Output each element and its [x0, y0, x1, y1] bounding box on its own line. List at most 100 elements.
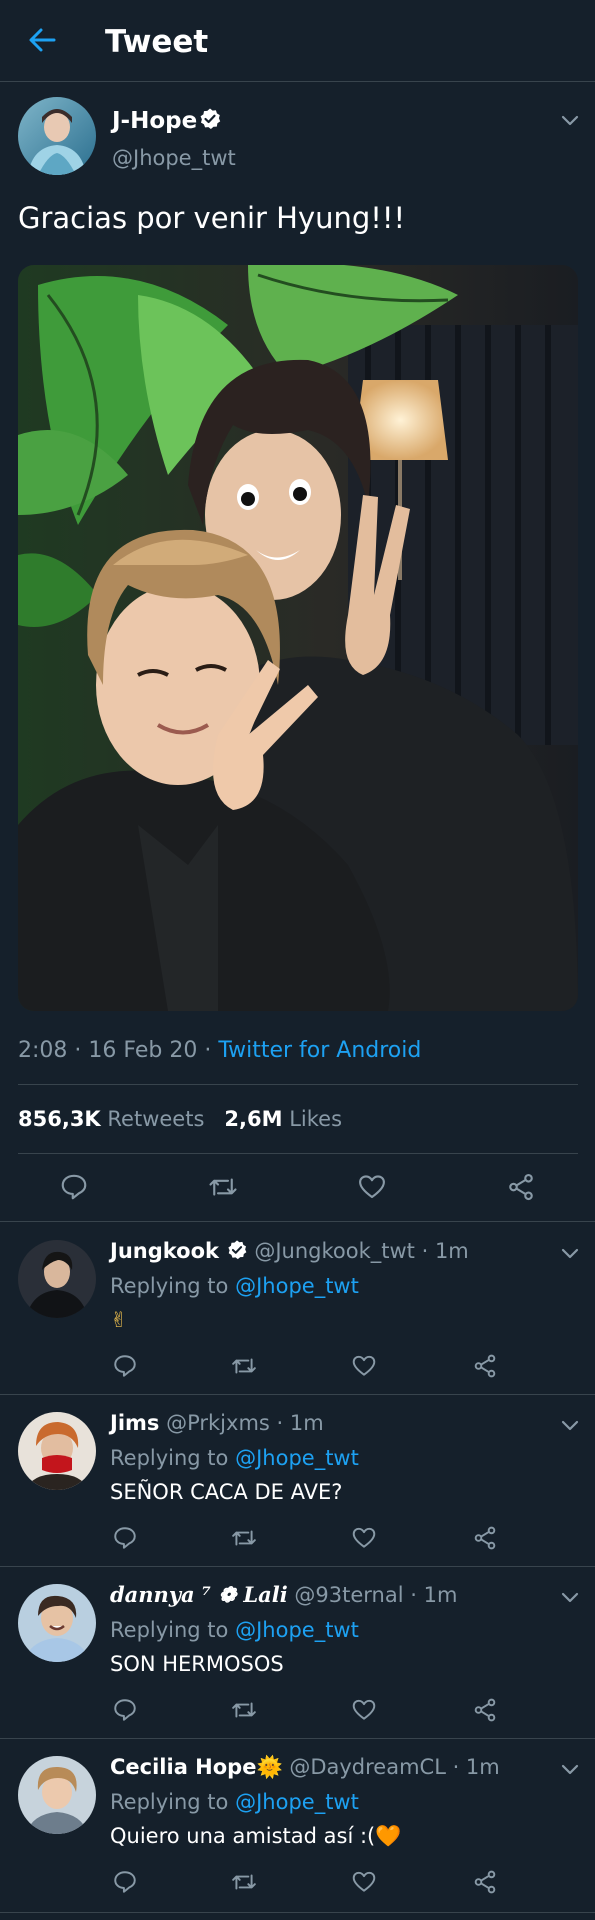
author-handle[interactable]: @Jhope_twt — [112, 144, 236, 172]
tweet-source-link[interactable]: Twitter for Android — [218, 1038, 421, 1063]
like-button[interactable] — [351, 1697, 377, 1723]
share-icon — [474, 1354, 496, 1378]
likes-stat[interactable]: 2,6M Likes — [224, 1107, 342, 1131]
more-options-button[interactable] — [560, 1762, 580, 1776]
heart-icon — [352, 1355, 376, 1376]
more-options-button[interactable] — [560, 113, 580, 127]
share-button[interactable] — [472, 1525, 498, 1551]
replying-to-label: Replying to — [110, 1790, 229, 1814]
replying-to-label: Replying to — [110, 1446, 229, 1470]
more-options-button[interactable] — [560, 1590, 580, 1604]
like-button[interactable] — [351, 1353, 377, 1379]
replying-to-link[interactable]: @Jhope_twt — [235, 1618, 359, 1642]
reply-author-handle[interactable]: @Jungkook_twt — [254, 1239, 415, 1263]
retweet-icon — [232, 1702, 256, 1718]
likes-count: 2,6M — [224, 1107, 283, 1131]
author-name[interactable]: J-Hope — [112, 106, 197, 136]
reply-button[interactable] — [112, 1697, 138, 1723]
tweet-date: 16 Feb 20 — [88, 1038, 198, 1063]
reply-divider — [0, 1566, 595, 1567]
retweet-icon — [232, 1874, 256, 1890]
retweet-button[interactable] — [208, 1172, 238, 1202]
reply-divider — [0, 1394, 595, 1395]
reply-author-handle[interactable]: @DaydreamCL — [289, 1755, 446, 1779]
heart-icon — [352, 1871, 376, 1892]
arrow-left-icon — [29, 28, 56, 52]
orange-heart-emoji-icon: 🧡 — [375, 1824, 402, 1848]
reply-time: 1m — [289, 1411, 324, 1435]
retweets-stat[interactable]: 856,3K Retweets — [18, 1107, 204, 1131]
reply-text-container: Quiero una amistad así :(🧡 — [110, 1822, 401, 1850]
replying-to: Replying to @Jhope_twt — [110, 1272, 359, 1300]
page-title: Tweet — [105, 24, 209, 60]
more-options-button[interactable] — [560, 1246, 580, 1260]
tweet-photo[interactable] — [18, 265, 578, 1011]
reply-text: Quiero una amistad así :( — [110, 1824, 376, 1848]
like-button[interactable] — [351, 1525, 377, 1551]
replying-to-link[interactable]: @Jhope_twt — [235, 1274, 359, 1298]
reply-author-handle[interactable]: @93ternal — [294, 1583, 403, 1607]
avatar[interactable] — [18, 1756, 96, 1834]
replying-to-label: Replying to — [110, 1274, 229, 1298]
avatar[interactable] — [18, 1584, 96, 1662]
reply-header: dannya ⁷ ❁ Lali @93ternal · 1m — [110, 1582, 458, 1607]
reply-button[interactable] — [59, 1172, 89, 1202]
avatar[interactable] — [18, 1412, 96, 1490]
meta-divider — [18, 1084, 578, 1085]
chevron-down-icon — [561, 1248, 579, 1259]
retweet-button[interactable] — [231, 1697, 257, 1723]
replying-to-link[interactable]: @Jhope_twt — [235, 1790, 359, 1814]
reply-author-name[interactable]: Jims — [110, 1411, 159, 1435]
reply-author-name[interactable]: Jungkook — [110, 1239, 219, 1263]
reply-icon — [114, 1699, 136, 1721]
retweet-icon — [232, 1358, 256, 1374]
reply-icon — [114, 1355, 136, 1377]
retweet-button[interactable] — [231, 1525, 257, 1551]
share-icon — [474, 1870, 496, 1894]
share-icon — [474, 1698, 496, 1722]
stats-divider — [18, 1153, 578, 1154]
replying-to: Replying to @Jhope_twt — [110, 1444, 359, 1472]
chevron-down-icon — [561, 1420, 579, 1431]
avatar[interactable] — [18, 97, 96, 175]
retweet-button[interactable] — [231, 1353, 257, 1379]
replying-to-label: Replying to — [110, 1618, 229, 1642]
reply-icon — [114, 1871, 136, 1893]
reply-button[interactable] — [112, 1525, 138, 1551]
reply-header: Jungkook @Jungkook_twt · 1m — [110, 1239, 469, 1263]
reply-time: 1m — [434, 1239, 469, 1263]
reply-time: 1m — [465, 1755, 500, 1779]
share-button[interactable] — [472, 1697, 498, 1723]
like-button[interactable] — [351, 1869, 377, 1895]
reply-header: Jims @Prkjxms · 1m — [110, 1411, 324, 1435]
share-button[interactable] — [506, 1172, 536, 1202]
reply-time: 1m — [423, 1583, 458, 1607]
share-button[interactable] — [472, 1353, 498, 1379]
reply-text: SEÑOR CACA DE AVE? — [110, 1480, 343, 1504]
reply-button[interactable] — [112, 1869, 138, 1895]
retweet-icon — [232, 1530, 256, 1546]
verified-badge-icon — [226, 1239, 248, 1261]
heart-icon — [352, 1527, 376, 1548]
reply-author-name[interactable]: Cecilia Hope — [110, 1755, 256, 1779]
tweet-time: 2:08 — [18, 1038, 68, 1063]
retweets-count: 856,3K — [18, 1107, 101, 1131]
chevron-down-icon — [561, 1764, 579, 1775]
reply-text: SON HERMOSOS — [110, 1652, 284, 1676]
reply-icon — [114, 1527, 136, 1549]
replying-to-link[interactable]: @Jhope_twt — [235, 1446, 359, 1470]
like-button[interactable] — [357, 1172, 387, 1202]
retweet-button[interactable] — [231, 1869, 257, 1895]
heart-icon — [359, 1175, 385, 1199]
share-icon — [509, 1173, 533, 1201]
reply-author-handle[interactable]: @Prkjxms — [166, 1411, 270, 1435]
back-button[interactable] — [24, 22, 60, 58]
reply-author-name[interactable]: dannya ⁷ ❁ Lali — [110, 1582, 288, 1607]
more-options-button[interactable] — [560, 1418, 580, 1432]
reply-button[interactable] — [112, 1353, 138, 1379]
share-button[interactable] — [472, 1869, 498, 1895]
sun-emoji-icon: 🌞 — [256, 1755, 283, 1779]
avatar[interactable] — [18, 1240, 96, 1318]
tweet-text: Gracias por venir Hyung!!! — [18, 201, 406, 235]
heart-icon — [352, 1699, 376, 1720]
